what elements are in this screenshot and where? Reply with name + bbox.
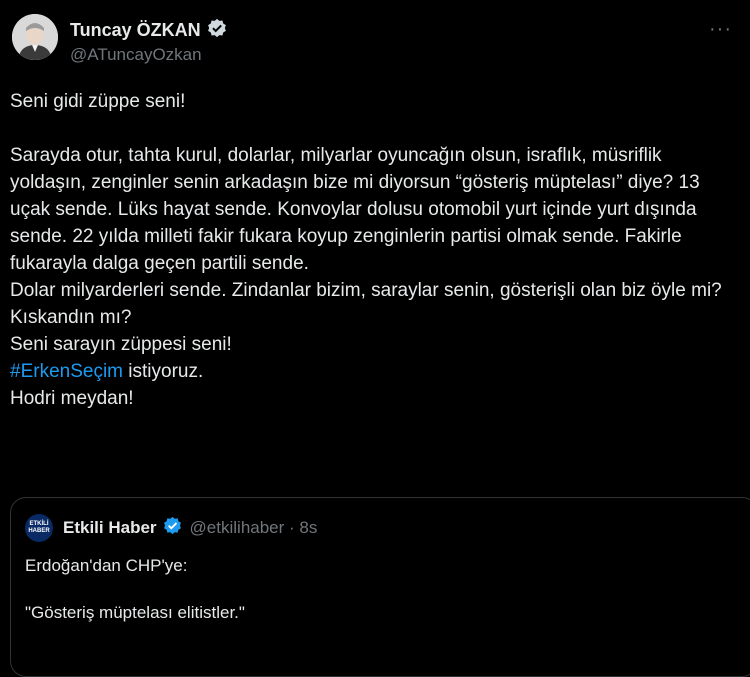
tweet-text: Seni gidi züppe seni! Sarayda otur, taht…: [10, 88, 730, 412]
more-options-icon[interactable]: ···: [709, 18, 732, 41]
author-name[interactable]: Tuncay ÖZKAN: [70, 20, 201, 41]
hashtag-link[interactable]: #ErkenSeçim: [10, 361, 123, 382]
quote-text-line: Erdoğan'dan CHP'ye:: [25, 556, 188, 575]
avatar-text-bottom: HABER: [28, 528, 50, 534]
verified-badge-icon: [207, 18, 227, 43]
tweet-line: Dolar milyarderleri sende. Zindanlar biz…: [10, 280, 722, 301]
tweet-paragraph: Sarayda otur, tahta kurul, dolarlar, mil…: [10, 145, 700, 274]
hashtag-suffix: istiyoruz.: [123, 361, 204, 382]
verified-badge-icon: [163, 516, 182, 540]
tweet-line: Hodri meydan!: [10, 388, 134, 409]
tweet-line: Seni gidi züppe seni!: [10, 91, 186, 112]
author-handle[interactable]: @ATuncayOzkan: [70, 45, 202, 65]
author-avatar-image: [12, 14, 58, 60]
tweet-line: #ErkenSeçim istiyoruz.: [10, 358, 730, 385]
tweet-line: Seni sarayın züppesi seni!: [10, 334, 232, 355]
quote-text-line: "Gösteriş müptelası elitistler.": [25, 603, 245, 622]
tweet-header: Tuncay ÖZKAN @ATuncayOzkan ···: [12, 14, 738, 70]
quoted-tweet[interactable]: ETKİLİ HABER Etkili Haber @etkilihaber ·…: [10, 497, 750, 677]
quote-author-avatar[interactable]: ETKİLİ HABER: [25, 514, 53, 542]
avatar-text-top: ETKİLİ: [29, 521, 49, 527]
quote-author-handle[interactable]: @etkilihaber · 8s: [190, 518, 318, 538]
quote-author-name[interactable]: Etkili Haber: [63, 518, 157, 538]
author-avatar[interactable]: [12, 14, 58, 60]
tweet-line: Kıskandın mı?: [10, 307, 132, 328]
